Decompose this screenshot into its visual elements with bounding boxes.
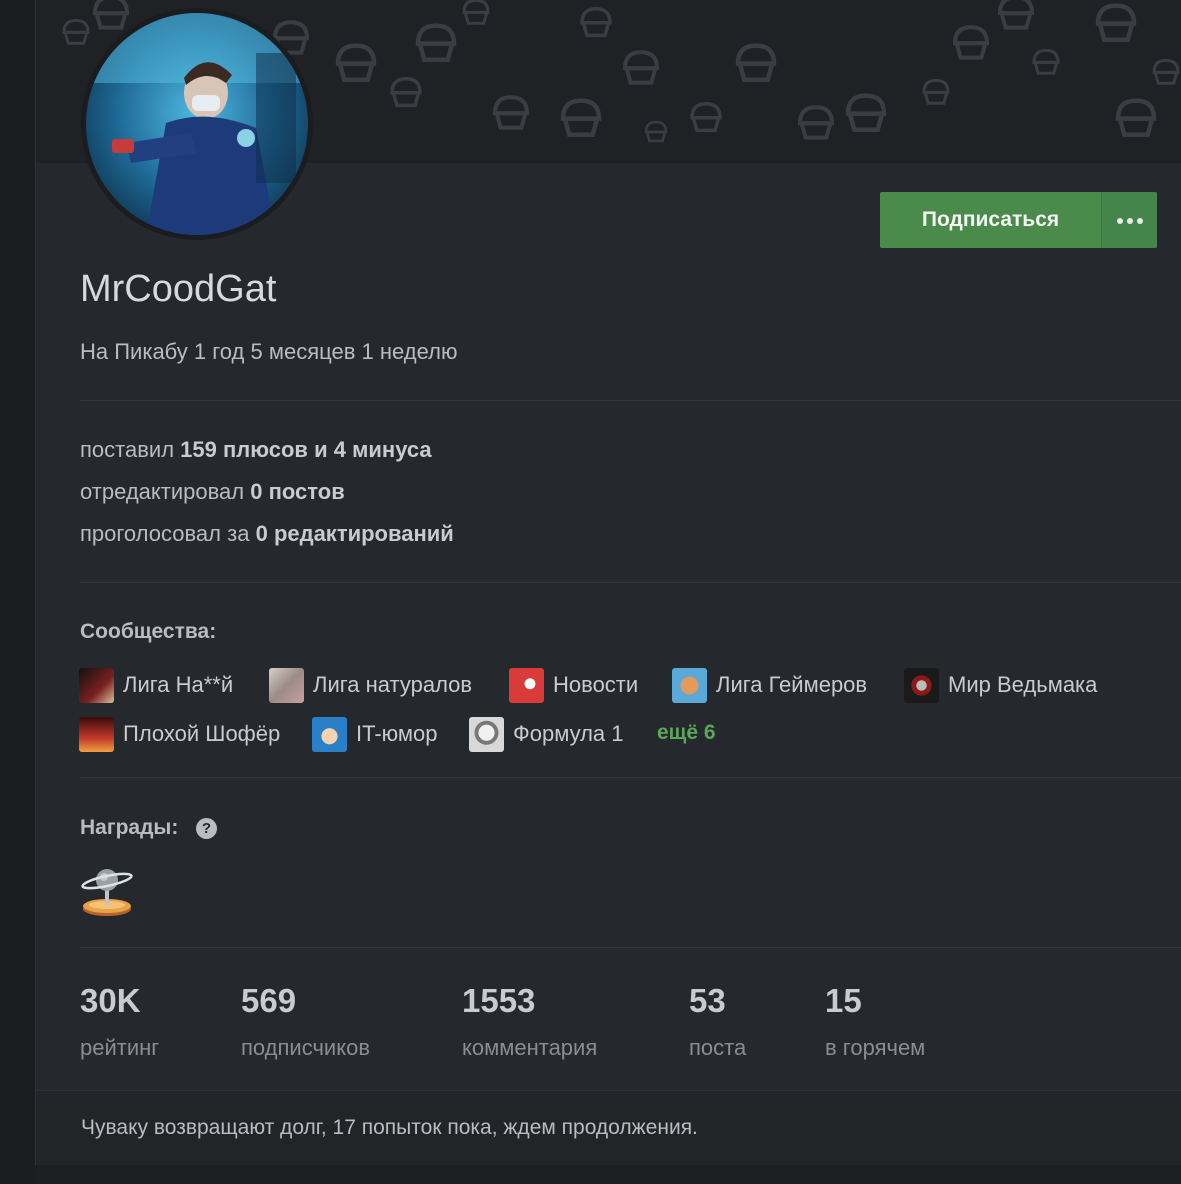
stat-value-comments: 1553 [462,982,536,1019]
stat-label-hot: в горячем [825,1035,926,1060]
edit-votes-line: проголосовал за 0 редактирований [80,521,454,546]
divider [80,400,1181,401]
community-icon [269,667,304,703]
username: MrCoodGat [80,268,277,310]
stat-value-subscribers[interactable]: 569 [241,982,296,1020]
subscribe-button-group: Подписаться [880,192,1157,248]
stat-value-rating: 30K [80,982,141,1019]
stat-value-posts: 53 [689,982,726,1019]
divider [80,947,1181,948]
votes-line: поставил 159 плюсов и 4 минуса [80,437,432,462]
member-since: На Пикабу 1 год 5 месяцев 1 неделю [80,339,458,364]
more-dots-icon [1116,211,1143,229]
community-item[interactable]: Формула 1 [469,716,624,752]
community-icon [509,667,544,703]
question-circle-icon[interactable]: ? [196,818,217,839]
subscribe-button[interactable]: Подписаться [880,192,1101,248]
community-icon [904,667,939,703]
community-icon [312,716,347,752]
voted-count: 0 [255,521,268,546]
edits-line: отредактировал 0 постов [80,479,345,504]
stat-label-comments: комментария [462,1035,598,1060]
stat-label-rating: рейтинг [80,1035,160,1060]
stat-value-hot: 15 [825,982,862,1019]
plus-count: 159 [180,437,217,462]
community-item[interactable]: Новости [509,667,638,703]
saturn-trophy-icon[interactable] [80,862,134,923]
community-icon [672,667,707,703]
community-item[interactable]: Лига Геймеров [672,667,867,703]
more-options-button[interactable] [1101,192,1157,248]
divider [80,582,1181,583]
divider [80,777,1181,778]
community-item[interactable]: Лига натуралов [269,667,472,703]
stat-label-subscribers[interactable]: подписчиков [241,1035,370,1061]
community-item[interactable]: Лига На**й [79,667,233,703]
profile-card: Подписаться MrCoodGat На Пикабу 1 год 5 … [35,0,1181,1165]
awards-title: Награды: [80,816,179,839]
community-item[interactable]: IT-юмор [312,716,438,752]
community-item[interactable]: Плохой Шофёр [79,716,280,752]
page-left-gutter [0,0,35,1184]
communities-title: Сообщества: [80,620,217,643]
stat-label-posts: поста [689,1035,747,1060]
community-icon [79,667,114,703]
communities-more-link[interactable]: ещё 6 [657,721,716,745]
minus-count: 4 [333,437,346,462]
edited-count[interactable]: 0 [250,479,262,504]
edited-posts-link[interactable]: постов [269,479,345,504]
avatar[interactable] [81,8,313,240]
profile-note: Чуваку возвращают долг, 17 попыток пока,… [81,1116,698,1139]
community-icon [79,716,114,752]
avatar-image [86,13,308,235]
community-item[interactable]: Мир Ведьмака [904,667,1097,703]
community-icon [469,716,504,752]
